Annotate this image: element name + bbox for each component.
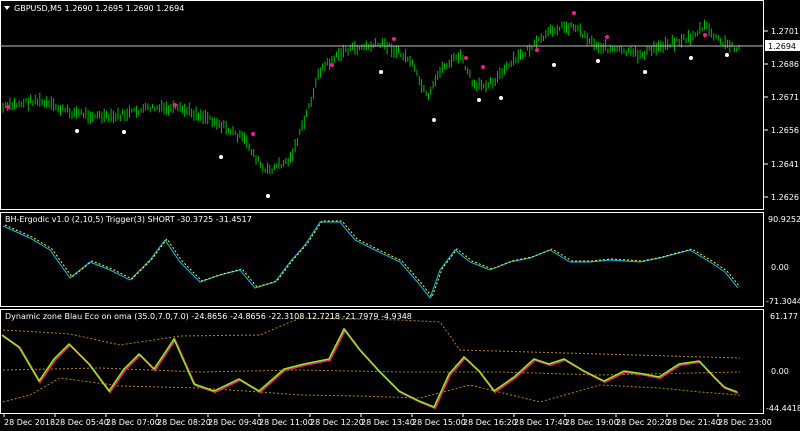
fractal-dot-high xyxy=(6,105,10,109)
svg-text:1.2656: 1.2656 xyxy=(771,126,799,135)
fractal-dot-high xyxy=(173,103,177,107)
fractal-dot-high xyxy=(535,48,539,52)
svg-text:1.2686: 1.2686 xyxy=(771,60,799,69)
time-label: 28 Dec 08:20 xyxy=(157,418,211,427)
svg-text:1.2626: 1.2626 xyxy=(771,193,799,202)
dz-tick-bottom: -44.4418 xyxy=(766,404,800,413)
svg-text:1.2671: 1.2671 xyxy=(771,93,799,102)
ergodic-tick-bottom: -71.3044 xyxy=(766,297,800,306)
time-label: 28 Dec 13:40 xyxy=(361,418,415,427)
fractal-dot-low xyxy=(596,59,600,63)
time-axis[interactable]: 28 Dec 2018 28 Dec 05:4028 Dec 07:0028 De… xyxy=(3,414,772,427)
fractal-dot-low xyxy=(552,63,556,67)
fractal-dot-high xyxy=(392,37,396,41)
fractal-dot-low xyxy=(432,118,436,122)
fractal-dot-low xyxy=(122,130,126,134)
price-tick: 1.2686 xyxy=(764,60,799,69)
fractal-dot-low xyxy=(75,129,79,133)
time-label: 28 Dec 15:00 xyxy=(412,418,466,427)
main-panel-frame xyxy=(0,0,764,210)
fractal-dot-high xyxy=(481,65,485,69)
dynamic-zone-axis: 61.177 0.00 -44.4418 xyxy=(766,312,800,413)
dz-tick-top: 61.177 xyxy=(770,312,798,321)
fractal-dot-high xyxy=(572,11,576,15)
symbol-label: GBPUSD,M5 1.2690 1.2695 1.2690 1.2694 xyxy=(14,4,184,13)
time-label: 28 Dec 11:00 xyxy=(259,418,313,427)
ergodic-axis: 90.9252 0.00 -71.3044 xyxy=(766,215,800,306)
svg-text:1.2641: 1.2641 xyxy=(771,160,799,169)
fractal-dot-low xyxy=(219,155,223,159)
fractal-dot-high xyxy=(703,33,707,37)
time-label: 28 Dec 17:40 xyxy=(514,418,568,427)
price-axis[interactable]: 1.2701 1.2686 1.2671 1.2656 1.2641 1.262… xyxy=(764,27,800,202)
dynamic-zone-indicator-panel[interactable]: Dynamic zone Blau Eco on oma (35.0,7.0,7… xyxy=(0,309,764,414)
fractal-dot-low xyxy=(477,98,481,102)
chart-window[interactable]: GBPUSD,M5 1.2690 1.2695 1.2690 1.2694 BH… xyxy=(0,0,800,431)
price-tick: 1.2656 xyxy=(764,126,799,135)
time-label: 28 Dec 20:20 xyxy=(616,418,670,427)
dynamic-zone-panel-frame xyxy=(0,309,764,414)
svg-text:1.2694: 1.2694 xyxy=(768,42,796,51)
price-tick: 1.2626 xyxy=(764,193,799,202)
time-label: 28 Dec 12:20 xyxy=(310,418,364,427)
ergodic-tick-top: 90.9252 xyxy=(768,215,800,224)
price-tick: 1.2701 xyxy=(764,27,799,36)
fractal-dot-low xyxy=(266,194,270,198)
fractal-dot-high xyxy=(464,56,468,60)
fractal-dot-low xyxy=(725,53,729,57)
time-label: 28 Dec 23:00 xyxy=(718,418,772,427)
time-label: 28 Dec 07:00 xyxy=(106,418,160,427)
fractal-dot-high xyxy=(330,63,334,67)
price-tick: 1.2671 xyxy=(764,93,799,102)
ergodic-indicator-panel[interactable]: BH-Ergodic v1.0 (2,10,5) Trigger(3) SHOR… xyxy=(0,212,764,307)
time-label: 28 Dec 19:00 xyxy=(565,418,619,427)
fractal-dot-low xyxy=(499,96,503,100)
ergodic-label: BH-Ergodic v1.0 (2,10,5) Trigger(3) SHOR… xyxy=(5,215,252,224)
fractal-dot-low xyxy=(643,70,647,74)
current-price-tag: 1.2694 xyxy=(765,40,800,51)
dz-tick-zero: 0.00 xyxy=(771,367,789,376)
price-tick: 1.2641 xyxy=(764,160,799,169)
ergodic-tick-zero: 0.00 xyxy=(771,263,789,272)
fractal-dot-low xyxy=(689,56,693,60)
time-label: 28 Dec 09:40 xyxy=(208,418,262,427)
ergodic-panel-frame xyxy=(0,212,764,307)
fractal-dot-low xyxy=(379,70,383,74)
time-label: 28 Dec 16:20 xyxy=(463,418,517,427)
fractal-dot-high xyxy=(605,35,609,39)
time-label: 28 Dec 21:40 xyxy=(667,418,721,427)
time-label: 28 Dec 2018 xyxy=(4,418,55,427)
svg-text:1.2701: 1.2701 xyxy=(771,27,799,36)
time-label: 28 Dec 05:40 xyxy=(55,418,109,427)
main-price-panel[interactable]: GBPUSD,M5 1.2690 1.2695 1.2690 1.2694 xyxy=(0,0,764,210)
fractal-dot-high xyxy=(251,132,255,136)
dynamic-zone-label: Dynamic zone Blau Eco on oma (35.0,7.0,7… xyxy=(5,312,412,321)
